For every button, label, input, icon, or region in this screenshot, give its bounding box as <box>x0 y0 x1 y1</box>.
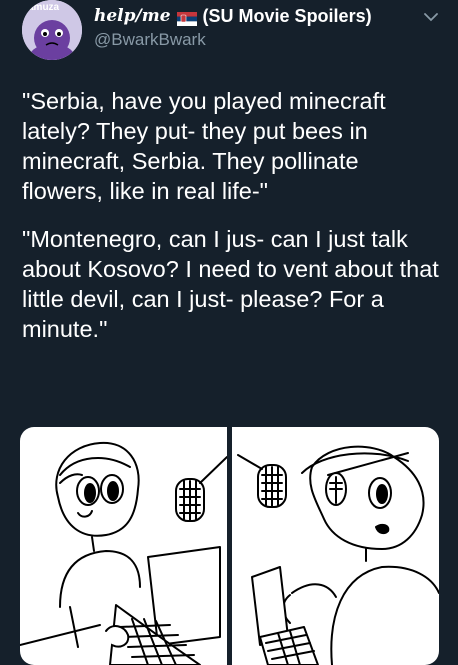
comic-drawing-right <box>237 445 439 665</box>
avatar-label: amuza <box>28 2 60 13</box>
avatar[interactable]: amuza <box>22 0 82 60</box>
comic-panel-right <box>232 427 439 665</box>
comic-drawing-left <box>20 441 228 665</box>
chevron-down-icon[interactable] <box>422 8 440 26</box>
tweet-text: "Serbia, have you played minecraft latel… <box>22 86 442 362</box>
author-names: help/me (SU Movie Spoilers) @BwarkBwark <box>94 5 372 50</box>
avatar-cartoon-icon: amuza <box>22 0 82 60</box>
serbia-flag-icon <box>176 9 197 26</box>
display-name-handwritten: help/me <box>94 6 171 26</box>
comic-image[interactable] <box>20 427 439 665</box>
tweet-header: amuza help/me (SU Movie Spoilers) @Bwark… <box>0 0 458 70</box>
comic-panel-left <box>20 427 228 665</box>
user-handle[interactable]: @BwarkBwark <box>94 30 372 50</box>
tweet-paragraph: "Montenegro, can I jus- can I just talk … <box>22 226 439 342</box>
tweet-paragraph: "Serbia, have you played minecraft latel… <box>22 88 386 204</box>
display-name-suffix: (SU Movie Spoilers) <box>202 6 372 26</box>
display-name[interactable]: help/me (SU Movie Spoilers) <box>94 5 372 27</box>
